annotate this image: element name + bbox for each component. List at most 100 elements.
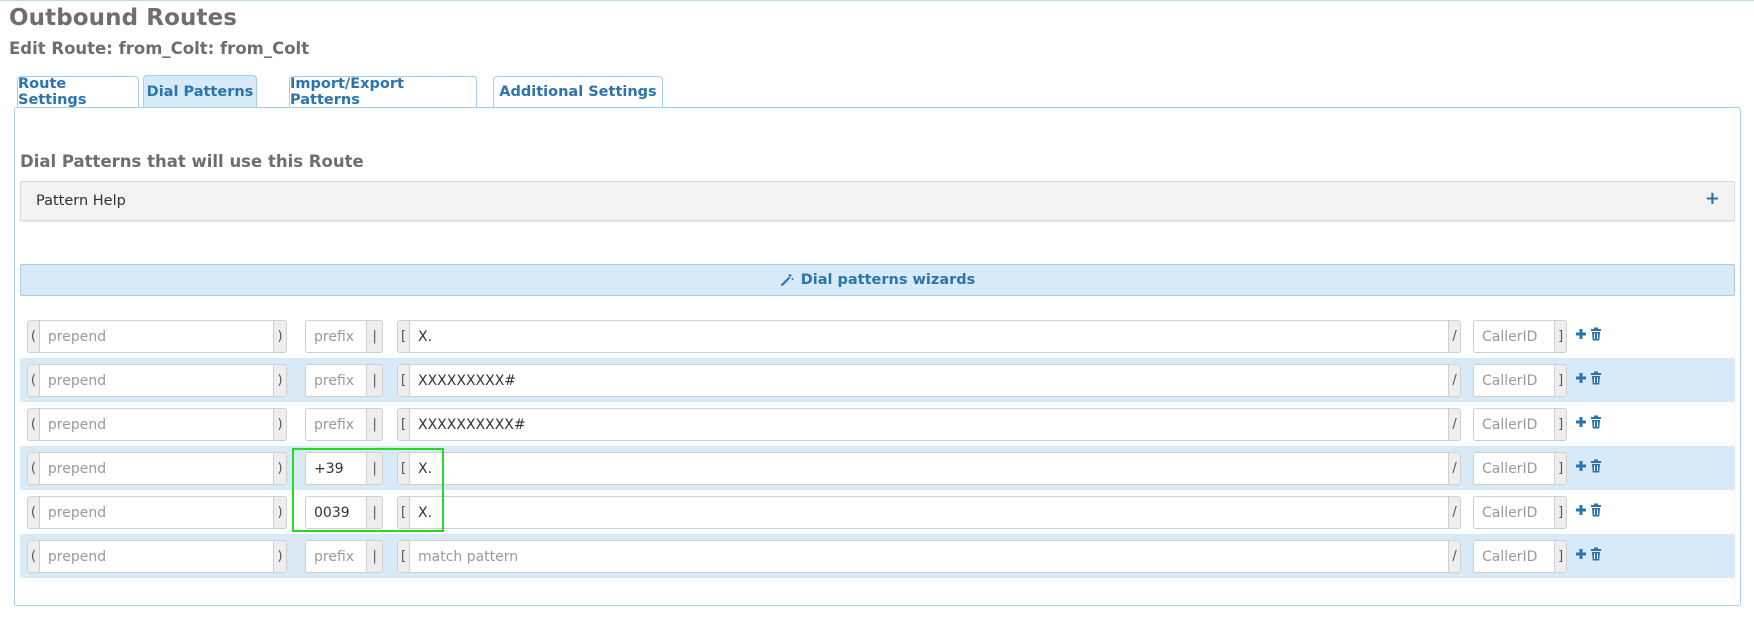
- callerid-input[interactable]: [1474, 541, 1555, 572]
- match-pattern-input[interactable]: [409, 365, 1449, 396]
- prepend-group: (): [27, 496, 287, 529]
- prefix-separator: |: [366, 497, 382, 528]
- section-title: Dial Patterns that will use this Route: [20, 152, 364, 171]
- row-actions: [1575, 547, 1602, 561]
- prepend-input[interactable]: [39, 321, 274, 352]
- prepend-input[interactable]: [39, 541, 274, 572]
- match-open-bracket: [: [398, 453, 410, 484]
- row-actions: [1575, 415, 1602, 429]
- plus-icon[interactable]: [1575, 327, 1587, 341]
- prepend-group: (): [27, 408, 287, 441]
- prefix-group: |: [305, 452, 383, 485]
- trash-icon[interactable]: [1590, 415, 1602, 429]
- row-actions: [1575, 371, 1602, 385]
- prefix-group: |: [305, 320, 383, 353]
- callerid-group: ]: [1473, 364, 1567, 397]
- match-open-bracket: [: [398, 541, 410, 572]
- prefix-group: |: [305, 540, 383, 573]
- prefix-group: |: [305, 364, 383, 397]
- prepend-group: (): [27, 320, 287, 353]
- prepend-open-paren: (: [28, 321, 40, 352]
- plus-icon[interactable]: [1575, 459, 1587, 473]
- match-pattern-input[interactable]: [409, 453, 1449, 484]
- match-slash-separator: /: [1448, 453, 1460, 484]
- prepend-input[interactable]: [39, 365, 274, 396]
- prepend-group: (): [27, 452, 287, 485]
- dial-patterns-wizard-button[interactable]: Dial patterns wizards: [20, 264, 1735, 296]
- prefix-group: |: [305, 408, 383, 441]
- prefix-separator: |: [366, 321, 382, 352]
- prepend-input[interactable]: [39, 409, 274, 440]
- callerid-close-bracket: ]: [1554, 409, 1566, 440]
- plus-icon[interactable]: +: [1705, 189, 1720, 209]
- match-slash-separator: /: [1448, 409, 1460, 440]
- prepend-group: (): [27, 364, 287, 397]
- prefix-separator: |: [366, 365, 382, 396]
- match-pattern-input[interactable]: [409, 409, 1449, 440]
- trash-icon[interactable]: [1590, 371, 1602, 385]
- match-pattern-group: [/: [397, 452, 1461, 485]
- prepend-close-paren: ): [273, 321, 286, 352]
- callerid-group: ]: [1473, 540, 1567, 573]
- callerid-input[interactable]: [1474, 453, 1555, 484]
- match-pattern-group: [/: [397, 496, 1461, 529]
- match-open-bracket: [: [398, 321, 410, 352]
- match-pattern-group: [/: [397, 364, 1461, 397]
- prefix-input[interactable]: [306, 453, 367, 484]
- trash-icon[interactable]: [1590, 327, 1602, 341]
- callerid-input[interactable]: [1474, 365, 1555, 396]
- plus-icon[interactable]: [1575, 371, 1587, 385]
- prepend-close-paren: ): [273, 453, 286, 484]
- plus-icon[interactable]: [1575, 547, 1587, 561]
- callerid-input[interactable]: [1474, 497, 1555, 528]
- match-pattern-group: [/: [397, 540, 1461, 573]
- tab-additional-settings[interactable]: Additional Settings: [493, 76, 663, 107]
- trash-icon[interactable]: [1590, 503, 1602, 517]
- callerid-close-bracket: ]: [1554, 365, 1566, 396]
- row-actions: [1575, 327, 1602, 341]
- tab-route-settings[interactable]: Route Settings: [17, 76, 139, 108]
- prefix-input[interactable]: [306, 321, 367, 352]
- prefix-input[interactable]: [306, 409, 367, 440]
- prepend-input[interactable]: [39, 497, 274, 528]
- trash-icon[interactable]: [1590, 459, 1602, 473]
- match-pattern-group: [/: [397, 320, 1461, 353]
- prefix-input[interactable]: [306, 541, 367, 572]
- match-pattern-input[interactable]: [409, 541, 1449, 572]
- match-pattern-input[interactable]: [409, 497, 1449, 528]
- row-actions: [1575, 459, 1602, 473]
- tab-import-export-patterns[interactable]: Import/Export Patterns: [289, 76, 477, 108]
- callerid-input[interactable]: [1474, 321, 1555, 352]
- prepend-close-paren: ): [273, 409, 286, 440]
- match-slash-separator: /: [1448, 541, 1460, 572]
- prepend-open-paren: (: [28, 541, 40, 572]
- match-slash-separator: /: [1448, 365, 1460, 396]
- row-actions: [1575, 503, 1602, 517]
- callerid-input[interactable]: [1474, 409, 1555, 440]
- prefix-input[interactable]: [306, 365, 367, 396]
- prepend-open-paren: (: [28, 409, 40, 440]
- prefix-separator: |: [366, 541, 382, 572]
- pattern-row: ()|[/]: [20, 402, 1735, 446]
- pattern-row: ()|[/]: [20, 534, 1735, 578]
- tab-dial-patterns[interactable]: Dial Patterns: [143, 75, 257, 108]
- prepend-group: (): [27, 540, 287, 573]
- prefix-input[interactable]: [306, 497, 367, 528]
- callerid-group: ]: [1473, 452, 1567, 485]
- trash-icon[interactable]: [1590, 547, 1602, 561]
- callerid-close-bracket: ]: [1554, 497, 1566, 528]
- page-title: Outbound Routes: [9, 5, 238, 31]
- pattern-help-label: Pattern Help: [36, 193, 126, 209]
- pattern-help-toggle[interactable]: Pattern Help +: [20, 181, 1735, 221]
- plus-icon[interactable]: [1575, 415, 1587, 429]
- match-slash-separator: /: [1448, 497, 1460, 528]
- plus-icon[interactable]: [1575, 503, 1587, 517]
- prepend-input[interactable]: [39, 453, 274, 484]
- match-open-bracket: [: [398, 497, 410, 528]
- prepend-open-paren: (: [28, 497, 40, 528]
- match-slash-separator: /: [1448, 321, 1460, 352]
- prefix-separator: |: [366, 453, 382, 484]
- prepend-close-paren: ): [273, 497, 286, 528]
- match-pattern-input[interactable]: [409, 321, 1449, 352]
- prefix-group: |: [305, 496, 383, 529]
